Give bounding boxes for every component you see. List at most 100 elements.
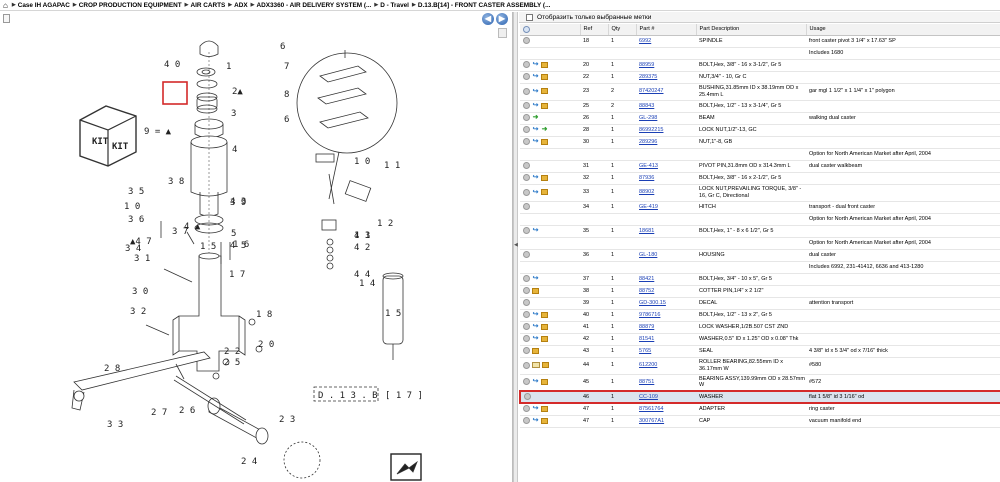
replace-arrow-icon[interactable]: ↪ — [532, 138, 539, 145]
column-header-qty[interactable]: Qty — [608, 24, 637, 36]
table-row[interactable]: ↪ 20 1 88959 BOLT,Hex, 3/8" - 16 x 3-1/2", G… — [520, 59, 1000, 72]
package-icon[interactable] — [541, 417, 548, 424]
green-arrow-icon[interactable]: ➜ — [532, 114, 539, 121]
info-icon[interactable] — [523, 311, 530, 319]
callout-label[interactable]: 3 2 — [130, 307, 146, 317]
callout-label[interactable]: 7 — [284, 62, 289, 72]
callout-label[interactable]: 1 5 — [200, 242, 216, 252]
info-icon[interactable] — [523, 188, 530, 196]
part-number-link[interactable]: 88959 — [639, 62, 654, 68]
info-icon[interactable] — [523, 61, 530, 69]
info-icon[interactable] — [523, 299, 530, 307]
part-number-link[interactable]: 88879 — [639, 324, 654, 330]
table-row[interactable]: ↪ 33 1 88902 LOCK NUT,PREVAILING TORQUE, 3/8… — [520, 184, 1000, 202]
info-icon[interactable] — [523, 114, 530, 122]
column-header-description[interactable]: Part Description — [696, 24, 807, 36]
part-number-link[interactable]: 6992 — [639, 38, 651, 44]
info-icon[interactable] — [523, 87, 530, 95]
package-icon[interactable] — [541, 311, 548, 318]
replace-arrow-icon[interactable]: ↪ — [532, 275, 539, 282]
callout-label[interactable]: 3 — [231, 109, 236, 119]
table-row[interactable]: ↪ 45 1 88751 BEARING ASSY,139.99mm OD x 28.5… — [520, 374, 1000, 392]
table-row[interactable]: Option for North American Market after A… — [520, 148, 1000, 161]
table-row[interactable]: ↪ 25 2 88843 BOLT,Hex, 1/2" - 13 x 3-1/4", G… — [520, 100, 1000, 113]
package-icon[interactable] — [541, 102, 548, 109]
table-row[interactable]: ➜ 26 1 GL-298 BEAM walking dual caster — [520, 112, 1000, 125]
replace-arrow-icon[interactable]: ↪ — [532, 335, 539, 342]
package-icon[interactable] — [541, 138, 548, 145]
replace-arrow-icon[interactable]: ↪ — [532, 417, 539, 424]
part-number-link[interactable]: 86992215 — [639, 127, 663, 133]
callout-label[interactable]: 4 5 — [230, 241, 246, 251]
breadcrumb-item[interactable]: ADX — [234, 2, 248, 9]
part-number-link[interactable]: GE-413 — [639, 163, 658, 169]
part-number-link[interactable]: GD-300.15 — [639, 300, 666, 306]
callout-label[interactable]: 4 — [232, 145, 237, 155]
callout-label[interactable]: 2 6 — [179, 406, 195, 416]
replace-arrow-icon[interactable]: ↪ — [532, 174, 539, 181]
package-icon[interactable] — [541, 61, 548, 68]
package-icon[interactable] — [541, 174, 548, 181]
home-icon[interactable]: ⌂ — [3, 1, 8, 10]
part-number-link[interactable]: GL-180 — [639, 252, 657, 258]
part-number-link[interactable]: 88751 — [639, 379, 654, 385]
callout-label[interactable]: 4 ▲ — [184, 222, 201, 232]
green-arrow-icon[interactable]: ➜ — [541, 126, 548, 133]
callout-label[interactable]: 3 6 — [128, 215, 144, 225]
part-number-link[interactable]: 88752 — [639, 288, 654, 294]
info-icon[interactable] — [523, 323, 530, 331]
table-row[interactable]: ↪ 37 1 88421 BOLT,Hex, 3/4" - 10 x 5", Gr 5 — [520, 273, 1000, 286]
drawing-reference[interactable]: D . 1 3 . B — [318, 391, 378, 401]
replace-arrow-icon[interactable]: ↪ — [532, 73, 539, 80]
replace-arrow-icon[interactable]: ↪ — [532, 405, 539, 412]
part-number-link[interactable]: 300767A1 — [639, 418, 664, 424]
info-icon[interactable] — [523, 405, 530, 413]
callout-label[interactable]: 4 4 — [354, 270, 370, 280]
table-row[interactable]: ↪ 47 1 300767A1 CAP vacuum manifold end — [520, 415, 1000, 428]
callout-label[interactable]: 2 3 — [279, 415, 295, 425]
table-row[interactable]: ↪ 23 2 87420247 BUSHING,31.85mm ID x 38.19mm… — [520, 83, 1000, 101]
part-number-link[interactable]: 18681 — [639, 228, 654, 234]
table-row[interactable]: ↪ 22 1 289375 NUT,3/4" - 10, Gr C — [520, 71, 1000, 84]
part-number-link[interactable]: 289375 — [639, 74, 657, 80]
table-row[interactable]: ↪ 30 1 289296 NUT,1"-8, GB — [520, 136, 1000, 149]
callout-label[interactable]: 3 8 — [168, 177, 184, 187]
callout-label[interactable]: 1 4 — [359, 279, 375, 289]
table-row[interactable]: 34 1 GE-419 HITCH transport - dual front cas… — [520, 201, 1000, 214]
info-icon[interactable] — [523, 138, 530, 146]
info-icon[interactable] — [523, 73, 530, 81]
callout-label[interactable]: 1 1 — [384, 161, 400, 171]
part-number-link[interactable]: 9786716 — [639, 312, 660, 318]
envelope-icon[interactable] — [532, 362, 540, 369]
replace-arrow-icon[interactable]: ↪ — [532, 378, 539, 385]
package-icon[interactable] — [541, 189, 548, 196]
callout-label[interactable]: 2 5 — [224, 358, 240, 368]
package-icon[interactable] — [532, 287, 539, 294]
part-number-link[interactable]: 87420247 — [639, 88, 663, 94]
info-icon[interactable] — [523, 203, 530, 211]
info-icon[interactable] — [523, 37, 530, 45]
info-icon[interactable] — [523, 287, 530, 295]
table-row[interactable]: 36 1 GL-180 HOUSING dual caster — [520, 249, 1000, 262]
replace-arrow-icon[interactable]: ↪ — [532, 102, 539, 109]
info-icon[interactable] — [523, 251, 530, 259]
breadcrumb-item[interactable]: D.13.B[14] - FRONT CASTER ASSEMBLY (... — [418, 2, 551, 9]
table-row[interactable]: 44 1 612200 ROLLER BEARING,82.55mm ID x 36.… — [520, 357, 1000, 375]
part-number-link[interactable]: 81541 — [639, 336, 654, 342]
package-icon[interactable] — [541, 73, 548, 80]
column-header-usage[interactable]: Usage — [806, 24, 1000, 36]
callout-label[interactable]: 4 3 — [230, 197, 246, 207]
part-number-link[interactable]: 87936 — [639, 175, 654, 181]
table-row[interactable]: Includes 1680 — [520, 47, 1000, 60]
package-icon[interactable] — [532, 347, 539, 354]
part-number-link[interactable]: 612200 — [639, 362, 657, 368]
breadcrumb-item[interactable]: CROP PRODUCTION EQUIPMENT — [79, 2, 182, 9]
replace-arrow-icon[interactable]: ↪ — [532, 61, 539, 68]
package-icon[interactable] — [541, 378, 548, 385]
callout-label[interactable]: 3 5 — [128, 187, 144, 197]
table-row[interactable]: ↪ 47 1 87561764 ADAPTER ring caster — [520, 403, 1000, 416]
callout-label[interactable]: 3 0 — [132, 287, 148, 297]
part-number-link[interactable]: CC-109 — [639, 394, 658, 400]
info-icon[interactable] — [523, 227, 530, 235]
callout-label[interactable]: 2 2 — [224, 347, 240, 357]
